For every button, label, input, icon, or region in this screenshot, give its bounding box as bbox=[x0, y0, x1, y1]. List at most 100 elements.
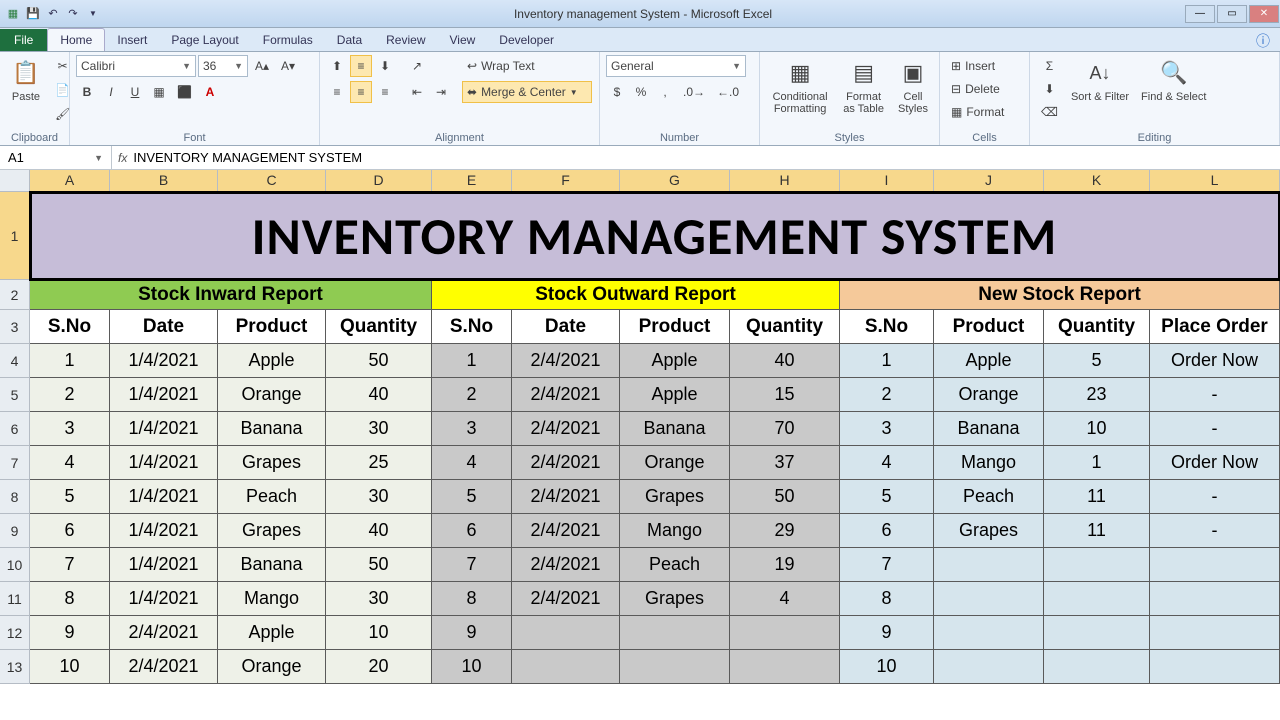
increase-indent-button[interactable]: ⇥ bbox=[430, 81, 452, 103]
number-format-combo[interactable]: General▼ bbox=[606, 55, 746, 77]
fx-icon[interactable]: fx bbox=[118, 151, 127, 165]
save-icon[interactable]: 💾 bbox=[24, 5, 42, 23]
column-header-E[interactable]: E bbox=[432, 170, 512, 192]
cell[interactable]: Product bbox=[218, 310, 326, 344]
cell[interactable]: 1/4/2021 bbox=[110, 344, 218, 378]
cell[interactable]: S.No bbox=[30, 310, 110, 344]
cell[interactable] bbox=[1150, 548, 1280, 582]
cell[interactable]: Grapes bbox=[934, 514, 1044, 548]
cell[interactable]: Quantity bbox=[1044, 310, 1150, 344]
row-header-8[interactable]: 8 bbox=[0, 480, 30, 514]
cell[interactable] bbox=[512, 616, 620, 650]
cell[interactable] bbox=[1044, 650, 1150, 684]
cell[interactable]: 2/4/2021 bbox=[110, 650, 218, 684]
align-left-button[interactable]: ≡ bbox=[326, 81, 348, 103]
cell[interactable]: - bbox=[1150, 378, 1280, 412]
clear-button[interactable]: ⌫ bbox=[1036, 101, 1063, 123]
percent-button[interactable]: % bbox=[630, 81, 652, 103]
close-button[interactable]: ✕ bbox=[1249, 5, 1279, 23]
cell[interactable]: - bbox=[1150, 480, 1280, 514]
currency-button[interactable]: $ bbox=[606, 81, 628, 103]
column-header-F[interactable]: F bbox=[512, 170, 620, 192]
cell[interactable]: Quantity bbox=[730, 310, 840, 344]
align-center-button[interactable]: ≡ bbox=[350, 81, 372, 103]
column-header-A[interactable]: A bbox=[30, 170, 110, 192]
cell[interactable] bbox=[1044, 548, 1150, 582]
column-header-D[interactable]: D bbox=[326, 170, 432, 192]
cell[interactable] bbox=[730, 650, 840, 684]
cell[interactable]: 1/4/2021 bbox=[110, 480, 218, 514]
cell[interactable]: 5 bbox=[1044, 344, 1150, 378]
tab-data[interactable]: Data bbox=[325, 29, 374, 51]
cell[interactable]: 40 bbox=[730, 344, 840, 378]
cell[interactable]: INVENTORY MANAGEMENT SYSTEM bbox=[30, 192, 1280, 280]
cell[interactable]: 1/4/2021 bbox=[110, 378, 218, 412]
cell[interactable]: 1 bbox=[1044, 446, 1150, 480]
cell[interactable]: 5 bbox=[432, 480, 512, 514]
cell[interactable] bbox=[512, 650, 620, 684]
cell[interactable]: 10 bbox=[840, 650, 934, 684]
cell[interactable] bbox=[1150, 582, 1280, 616]
cell[interactable]: Apple bbox=[218, 344, 326, 378]
qat-customize-icon[interactable]: ▼ bbox=[84, 5, 102, 23]
fill-button[interactable]: ⬇ bbox=[1036, 78, 1063, 100]
font-size-combo[interactable]: 36▼ bbox=[198, 55, 248, 77]
cell[interactable]: Product bbox=[934, 310, 1044, 344]
column-header-L[interactable]: L bbox=[1150, 170, 1280, 192]
name-box[interactable]: A1▼ bbox=[0, 146, 112, 169]
cell[interactable]: 1/4/2021 bbox=[110, 412, 218, 446]
cell[interactable]: 10 bbox=[326, 616, 432, 650]
cell[interactable] bbox=[1044, 616, 1150, 650]
column-header-C[interactable]: C bbox=[218, 170, 326, 192]
cell[interactable]: 1/4/2021 bbox=[110, 446, 218, 480]
conditional-formatting-button[interactable]: ▦Conditional Formatting bbox=[766, 55, 834, 117]
cell[interactable]: 50 bbox=[326, 548, 432, 582]
cell[interactable] bbox=[620, 616, 730, 650]
cell[interactable]: 30 bbox=[326, 480, 432, 514]
cell[interactable]: 4 bbox=[30, 446, 110, 480]
cell[interactable]: Banana bbox=[934, 412, 1044, 446]
tab-insert[interactable]: Insert bbox=[105, 29, 159, 51]
cell[interactable]: New Stock Report bbox=[840, 280, 1280, 310]
cell[interactable]: Orange bbox=[218, 650, 326, 684]
column-header-G[interactable]: G bbox=[620, 170, 730, 192]
cell[interactable]: 40 bbox=[326, 514, 432, 548]
cell[interactable]: 2/4/2021 bbox=[512, 514, 620, 548]
row-header-3[interactable]: 3 bbox=[0, 310, 30, 344]
undo-icon[interactable]: ↶ bbox=[44, 5, 62, 23]
tab-formulas[interactable]: Formulas bbox=[251, 29, 325, 51]
cell[interactable]: 7 bbox=[30, 548, 110, 582]
tab-home[interactable]: Home bbox=[47, 28, 105, 51]
cell[interactable]: 25 bbox=[326, 446, 432, 480]
column-header-K[interactable]: K bbox=[1044, 170, 1150, 192]
cell[interactable]: 2/4/2021 bbox=[512, 548, 620, 582]
cell[interactable]: 19 bbox=[730, 548, 840, 582]
decrease-indent-button[interactable]: ⇤ bbox=[406, 81, 428, 103]
cell[interactable]: 10 bbox=[30, 650, 110, 684]
cell[interactable]: 3 bbox=[840, 412, 934, 446]
orientation-button[interactable]: ↗ bbox=[406, 55, 428, 77]
cell[interactable]: 70 bbox=[730, 412, 840, 446]
cell[interactable]: Apple bbox=[934, 344, 1044, 378]
cell[interactable] bbox=[934, 616, 1044, 650]
cell[interactable]: 1 bbox=[432, 344, 512, 378]
italic-button[interactable]: I bbox=[100, 81, 122, 103]
cell[interactable]: Order Now bbox=[1150, 446, 1280, 480]
cell[interactable]: 50 bbox=[730, 480, 840, 514]
cell[interactable]: Peach bbox=[620, 548, 730, 582]
cell[interactable]: 50 bbox=[326, 344, 432, 378]
font-color-button[interactable]: A bbox=[199, 81, 221, 103]
cell[interactable]: Mango bbox=[620, 514, 730, 548]
cell[interactable]: 9 bbox=[840, 616, 934, 650]
border-button[interactable]: ▦ bbox=[148, 81, 170, 103]
cell[interactable]: 7 bbox=[840, 548, 934, 582]
sort-filter-button[interactable]: A↓Sort & Filter bbox=[1067, 55, 1133, 105]
cell[interactable]: 11 bbox=[1044, 514, 1150, 548]
underline-button[interactable]: U bbox=[124, 81, 146, 103]
decrease-decimal-button[interactable]: ←.0 bbox=[712, 81, 744, 103]
cell[interactable] bbox=[1044, 582, 1150, 616]
cell[interactable]: Grapes bbox=[620, 582, 730, 616]
cell[interactable] bbox=[620, 650, 730, 684]
cell[interactable]: 37 bbox=[730, 446, 840, 480]
cell[interactable]: S.No bbox=[432, 310, 512, 344]
